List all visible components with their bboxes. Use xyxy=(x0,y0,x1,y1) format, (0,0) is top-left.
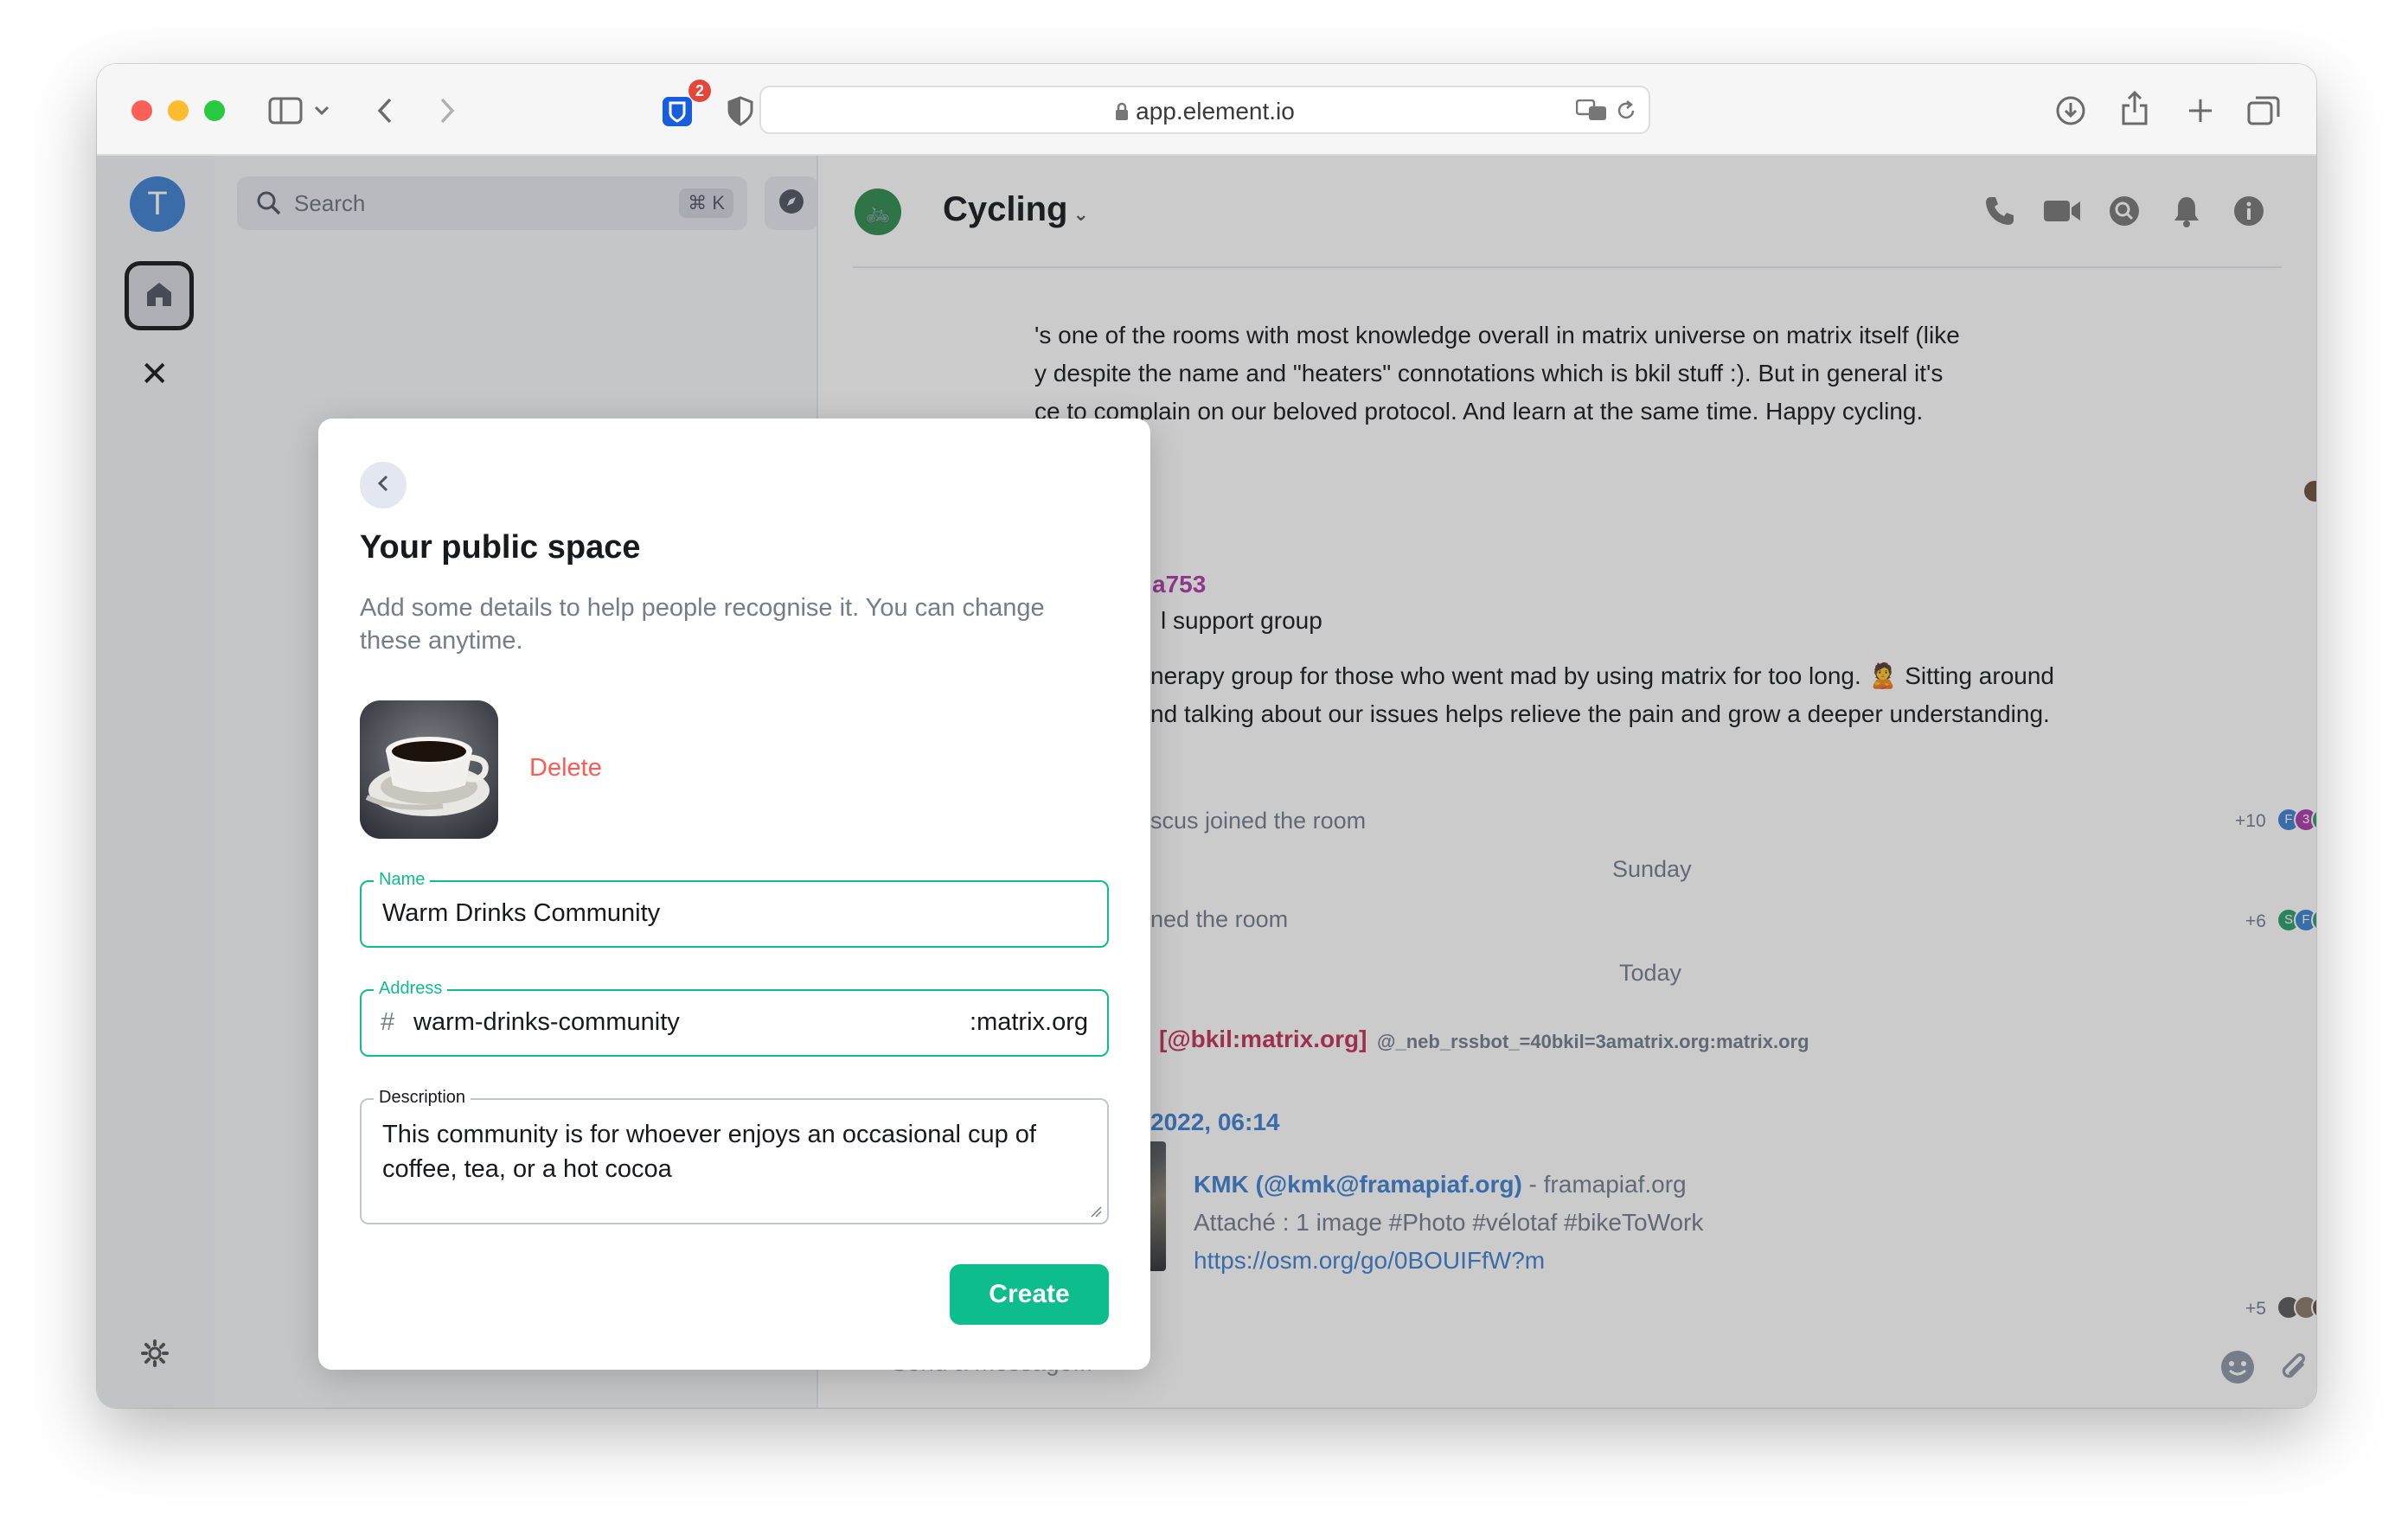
delete-avatar-button[interactable]: Delete xyxy=(529,754,602,783)
share-icon[interactable] xyxy=(2117,88,2152,128)
download-icon[interactable] xyxy=(2053,93,2088,128)
back-button[interactable] xyxy=(360,462,407,508)
sidebar-icon[interactable] xyxy=(266,93,304,128)
address-field[interactable]: Address # warm-drinks-community :matrix.… xyxy=(360,979,1109,1057)
dialog-subtitle: Add some details to help people recognis… xyxy=(360,594,1045,655)
description-field-label: Description xyxy=(374,1088,471,1108)
name-field-label: Name xyxy=(374,870,431,890)
space-avatar-image[interactable] xyxy=(360,700,498,839)
name-field-value: Warm Drinks Community xyxy=(382,899,661,927)
zoom-window-button[interactable] xyxy=(204,100,225,121)
element-app: T ✕ Search ⌘ K 🚲 Cycling ⌄ 's one of the… xyxy=(97,156,2316,1408)
extension-badge: 2 xyxy=(688,80,711,102)
tabs-overview-icon[interactable] xyxy=(2245,93,2282,128)
back-icon[interactable] xyxy=(372,93,398,128)
address-suffix: :matrix.org xyxy=(970,1008,1088,1036)
close-window-button[interactable] xyxy=(131,100,152,121)
resize-grip-icon[interactable] xyxy=(1090,1205,1102,1218)
address-field-value: warm-drinks-community xyxy=(413,1008,680,1036)
bitwarden-icon[interactable] xyxy=(659,93,695,130)
minimize-window-button[interactable] xyxy=(168,100,189,121)
shield-icon[interactable] xyxy=(723,93,758,130)
chevron-down-icon[interactable] xyxy=(311,99,332,123)
reload-icon[interactable] xyxy=(1612,96,1640,125)
chevron-left-icon xyxy=(376,474,390,497)
address-field-label: Address xyxy=(374,979,448,999)
browser-toolbar: 2 app.element.io xyxy=(97,64,2316,156)
url-text[interactable]: app.element.io xyxy=(761,98,1649,127)
description-field-value: This community is for whoever enjoys an … xyxy=(382,1121,1036,1183)
create-button[interactable]: Create xyxy=(950,1264,1109,1325)
url-label: app.element.io xyxy=(1136,98,1295,125)
browser-window: 2 app.element.io T ✕ Search ⌘ K 🚲 Cyclin… xyxy=(97,64,2316,1408)
new-tab-icon[interactable] xyxy=(2183,93,2218,128)
description-field[interactable]: Description This community is for whoeve… xyxy=(360,1088,1109,1224)
translate-icon[interactable] xyxy=(1574,96,1609,125)
forward-icon[interactable] xyxy=(434,93,460,128)
lock-icon xyxy=(1115,99,1129,127)
create-space-dialog: Your public space Add some details to he… xyxy=(318,419,1150,1370)
address-prefix: # xyxy=(381,1008,395,1036)
dialog-title: Your public space xyxy=(360,529,641,566)
name-field[interactable]: Name Warm Drinks Community xyxy=(360,870,1109,948)
address-bar[interactable]: app.element.io xyxy=(759,86,1650,134)
